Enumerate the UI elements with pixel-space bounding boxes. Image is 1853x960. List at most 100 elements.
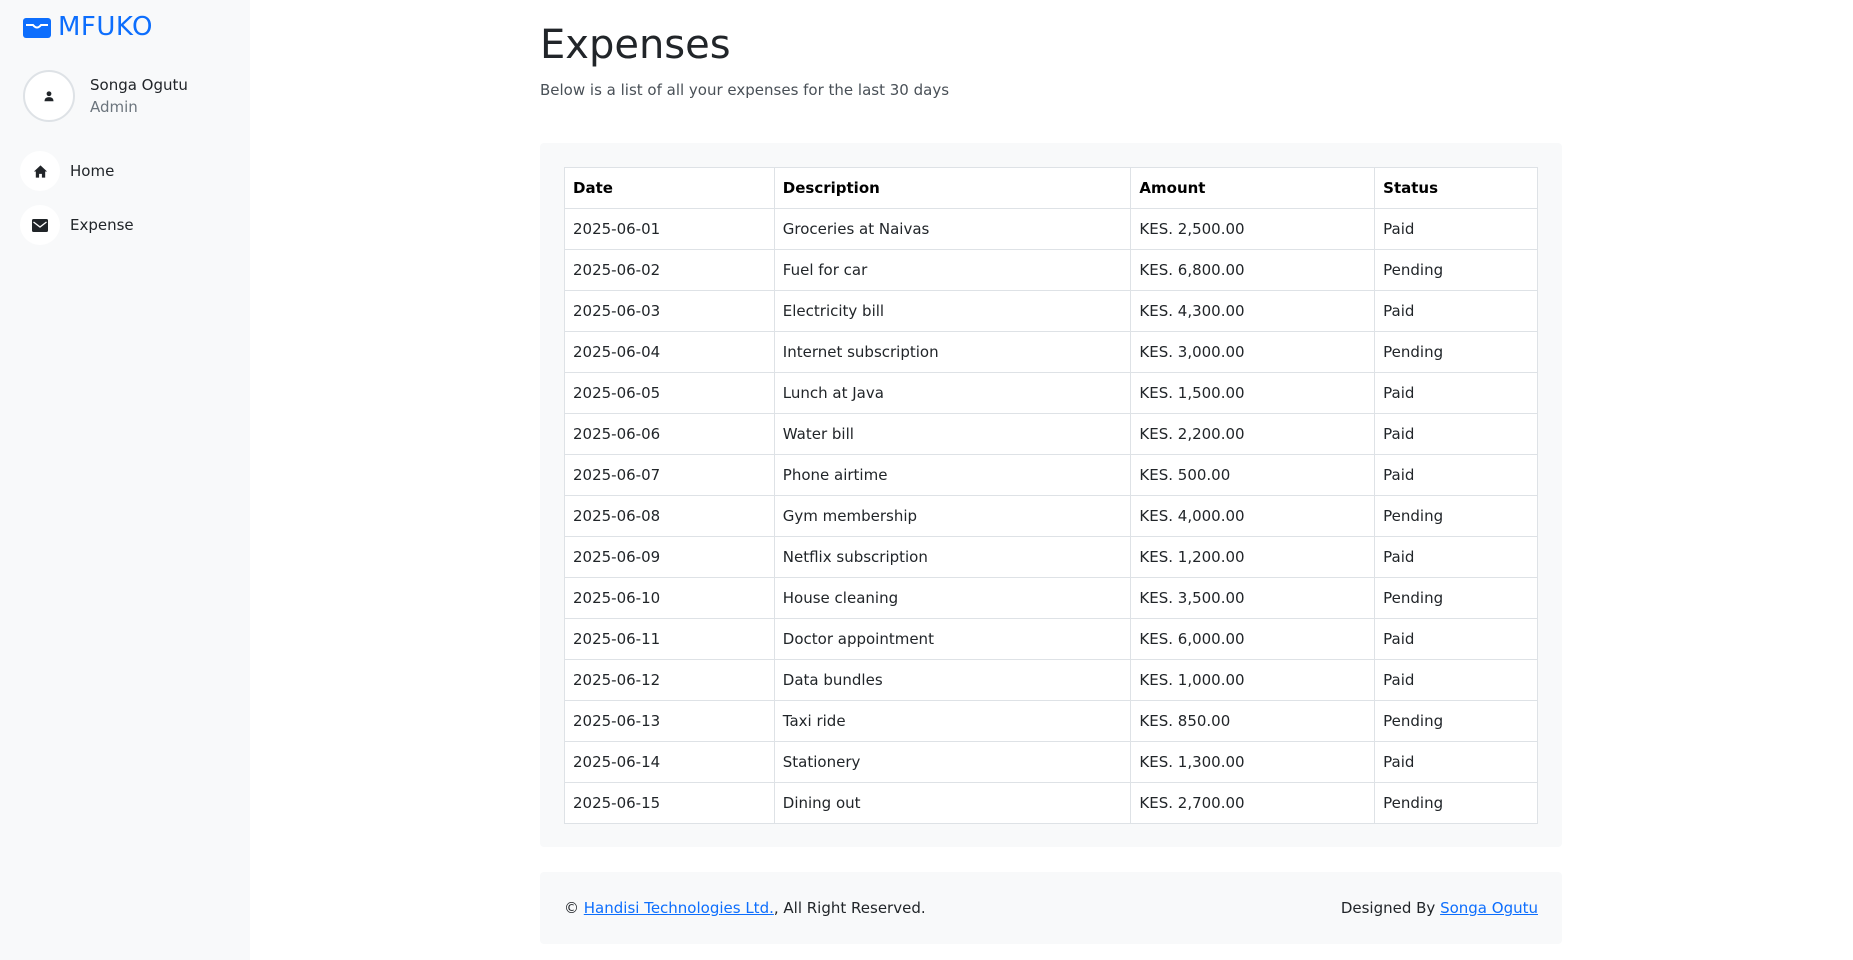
- sidebar-item-home[interactable]: Home: [20, 151, 134, 191]
- cell-description: House cleaning: [773, 577, 1132, 619]
- cell-status: Pending: [1374, 700, 1538, 742]
- designed-by-text: Designed By: [1340, 899, 1436, 917]
- table-row: 2025-06-02 Fuel for car KES. 6,800.00 Pendi…: [564, 249, 1538, 291]
- cell-description: Lunch at Java: [773, 372, 1132, 414]
- table-row: 2025-06-10 House cleaning KES. 3,500.00 Pen…: [564, 577, 1538, 619]
- table-row: 2025-06-06 Water bill KES. 2,200.00 Paid: [564, 413, 1538, 455]
- cell-date: 2025-06-04: [564, 331, 775, 373]
- table-row: 2025-06-04 Internet subscription KES. 3,00…: [564, 331, 1538, 373]
- copyright-symbol: ©: [564, 899, 579, 917]
- footer: © Handisi Technologies Ltd., All Right R…: [540, 872, 1562, 944]
- cell-date: 2025-06-06: [564, 413, 775, 455]
- house-icon: [20, 151, 60, 191]
- cell-amount: KES. 3,500.00: [1130, 577, 1376, 619]
- column-header-amount: Amount: [1130, 167, 1376, 209]
- cell-description: Taxi ride: [773, 700, 1132, 742]
- cell-amount: KES. 2,200.00: [1130, 413, 1376, 455]
- cell-description: Gym membership: [773, 495, 1132, 537]
- table-row: 2025-06-07 Phone airtime KES. 500.00 Paid: [564, 454, 1538, 496]
- sidebar-item-label: Expense: [70, 216, 134, 234]
- sidebar-nav: Home Expense: [20, 151, 134, 259]
- table-row: 2025-06-15 Dining out KES. 2,700.00 Pending: [564, 782, 1538, 824]
- cell-description: Internet subscription: [773, 331, 1132, 373]
- table-row: 2025-06-03 Electricity bill KES. 4,300.00 P…: [564, 290, 1538, 332]
- table-header-row: Date Description Amount Status: [564, 167, 1538, 209]
- cell-amount: KES. 850.00: [1130, 700, 1376, 742]
- user-role: Admin: [90, 98, 138, 116]
- rights-text: , All Right Reserved.: [773, 899, 926, 917]
- table-row: 2025-06-09 Netflix subscription KES. 1,200…: [564, 536, 1538, 578]
- sidebar-item-label: Home: [70, 162, 115, 180]
- cell-date: 2025-06-05: [564, 372, 775, 414]
- footer-credit: Designed By Songa Ogutu: [1341, 899, 1538, 917]
- cell-description: Netflix subscription: [773, 536, 1132, 578]
- cell-date: 2025-06-15: [564, 782, 775, 824]
- cell-amount: KES. 2,700.00: [1130, 782, 1376, 824]
- cell-status: Paid: [1374, 290, 1538, 332]
- cell-status: Paid: [1374, 208, 1538, 250]
- table-row: 2025-06-05 Lunch at Java KES. 1,500.00 Paid: [564, 372, 1538, 414]
- designer-link[interactable]: Songa Ogutu: [1440, 899, 1538, 917]
- cell-status: Paid: [1374, 741, 1538, 783]
- cell-description: Electricity bill: [773, 290, 1132, 332]
- cell-amount: KES. 2,500.00: [1130, 208, 1376, 250]
- cell-amount: KES. 500.00: [1130, 454, 1376, 496]
- expenses-card: Date Description Amount Status 2025-06-0…: [540, 143, 1562, 847]
- table-row: 2025-06-08 Gym membership KES. 4,000.00 Pen…: [564, 495, 1538, 537]
- table-row: 2025-06-01 Groceries at Naivas KES. 2,500.…: [564, 208, 1538, 250]
- cell-description: Water bill: [773, 413, 1132, 455]
- cell-description: Dining out: [773, 782, 1132, 824]
- cell-description: Phone airtime: [773, 454, 1132, 496]
- table-row: 2025-06-14 Stationery KES. 1,300.00 Paid: [564, 741, 1538, 783]
- cell-amount: KES. 1,200.00: [1130, 536, 1376, 578]
- sidebar: MFUKO Songa Ogutu Admin Home Expense: [0, 0, 226, 256]
- cell-status: Pending: [1374, 249, 1538, 291]
- cell-amount: KES. 4,000.00: [1130, 495, 1376, 537]
- cell-status: Pending: [1374, 577, 1538, 619]
- cell-date: 2025-06-09: [564, 536, 775, 578]
- envelope-icon: [20, 205, 60, 245]
- cell-date: 2025-06-14: [564, 741, 775, 783]
- cell-date: 2025-06-07: [564, 454, 775, 496]
- cell-date: 2025-06-08: [564, 495, 775, 537]
- cell-amount: KES. 4,300.00: [1130, 290, 1376, 332]
- cell-amount: KES. 1,500.00: [1130, 372, 1376, 414]
- cell-amount: KES. 1,300.00: [1130, 741, 1376, 783]
- cell-date: 2025-06-12: [564, 659, 775, 701]
- company-link[interactable]: Handisi Technologies Ltd.: [584, 899, 774, 917]
- cell-date: 2025-06-02: [564, 249, 775, 291]
- cell-amount: KES. 3,000.00: [1130, 331, 1376, 373]
- table-row: 2025-06-12 Data bundles KES. 1,000.00 Paid: [564, 659, 1538, 701]
- user-profile: Songa Ogutu Admin: [23, 70, 188, 122]
- table-row: 2025-06-11 Doctor appointment KES. 6,000.0…: [564, 618, 1538, 660]
- cell-status: Paid: [1374, 618, 1538, 660]
- cell-date: 2025-06-13: [564, 700, 775, 742]
- table-row: 2025-06-13 Taxi ride KES. 850.00 Pending: [564, 700, 1538, 742]
- avatar: [23, 70, 75, 122]
- wallet-icon: [23, 16, 51, 38]
- column-header-description: Description: [773, 167, 1132, 209]
- cell-description: Doctor appointment: [773, 618, 1132, 660]
- cell-date: 2025-06-03: [564, 290, 775, 332]
- cell-amount: KES. 1,000.00: [1130, 659, 1376, 701]
- cell-status: Paid: [1374, 454, 1538, 496]
- cell-status: Paid: [1374, 536, 1538, 578]
- cell-status: Pending: [1374, 782, 1538, 824]
- cell-amount: KES. 6,000.00: [1130, 618, 1376, 660]
- sidebar-item-expense[interactable]: Expense: [20, 205, 134, 245]
- cell-date: 2025-06-01: [564, 208, 775, 250]
- cell-status: Pending: [1374, 331, 1538, 373]
- cell-status: Paid: [1374, 372, 1538, 414]
- cell-description: Groceries at Naivas: [773, 208, 1132, 250]
- cell-status: Paid: [1374, 659, 1538, 701]
- cell-description: Fuel for car: [773, 249, 1132, 291]
- page-subtitle: Below is a list of all your expenses for…: [540, 81, 950, 99]
- cell-status: Paid: [1374, 413, 1538, 455]
- footer-copyright: © Handisi Technologies Ltd., All Right R…: [564, 899, 926, 917]
- column-header-date: Date: [564, 167, 775, 209]
- cell-description: Stationery: [773, 741, 1132, 783]
- cell-description: Data bundles: [773, 659, 1132, 701]
- page-title: Expenses: [540, 22, 731, 68]
- brand-link[interactable]: MFUKO: [23, 12, 153, 42]
- column-header-status: Status: [1374, 167, 1538, 209]
